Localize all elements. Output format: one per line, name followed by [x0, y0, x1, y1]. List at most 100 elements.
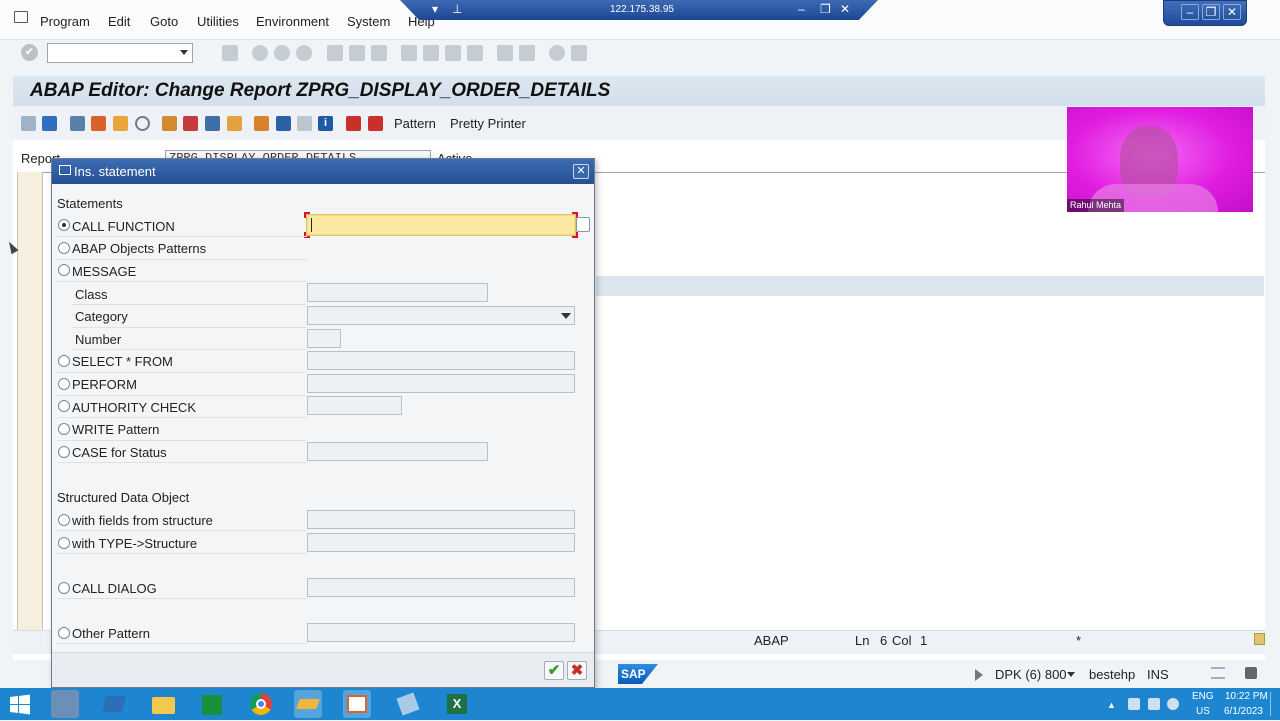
taskbar-powershell-icon[interactable]: [100, 690, 128, 718]
back-icon[interactable]: [252, 45, 268, 61]
session-breakpoint-icon[interactable]: [368, 116, 383, 131]
radio-authority-check[interactable]: [58, 400, 70, 412]
create-session-icon[interactable]: [497, 45, 513, 61]
shortcut-icon[interactable]: [519, 45, 535, 61]
authority-object-field[interactable]: [307, 396, 402, 415]
radio-with-type[interactable]: [58, 537, 70, 549]
exit-icon[interactable]: [274, 45, 290, 61]
taskbar-excel-icon[interactable]: X: [443, 690, 471, 718]
settings-sliders-icon[interactable]: [1211, 667, 1225, 679]
show-desktop-button[interactable]: [1270, 692, 1276, 716]
breakpoint-icon[interactable]: [346, 116, 361, 131]
taskbar-store-icon[interactable]: [198, 690, 226, 718]
info-icon[interactable]: i: [318, 116, 333, 131]
tray-device-icon[interactable]: [1128, 698, 1140, 710]
number-field[interactable]: [307, 329, 341, 348]
restore-icon[interactable]: ❐: [1202, 4, 1220, 20]
menu-program[interactable]: Program: [40, 14, 90, 29]
remote-minimize-icon[interactable]: –: [798, 2, 805, 16]
menu-environment[interactable]: Environment: [256, 14, 329, 29]
play-icon[interactable]: [975, 669, 983, 681]
command-field[interactable]: [47, 43, 193, 63]
menu-edit[interactable]: Edit: [108, 14, 130, 29]
menu-system[interactable]: System: [347, 14, 390, 29]
class-field[interactable]: [307, 283, 488, 302]
check-icon[interactable]: [135, 116, 150, 131]
cancel-icon[interactable]: [296, 45, 312, 61]
taskbar-sap-logon-icon[interactable]: [294, 690, 322, 718]
where-used-icon[interactable]: [205, 116, 220, 131]
taskbar-chrome-icon[interactable]: [247, 690, 275, 718]
call-dialog-input[interactable]: [307, 578, 575, 597]
test-icon[interactable]: [183, 116, 198, 131]
print-icon[interactable]: [327, 45, 343, 61]
cancel-button[interactable]: ✖: [567, 661, 587, 680]
type-structure-input[interactable]: [307, 533, 575, 552]
notes-icon[interactable]: [1254, 633, 1265, 645]
dialog-close-button[interactable]: ✕: [573, 164, 589, 179]
remote-pin-icon[interactable]: ▾: [432, 2, 438, 16]
tray-volume-icon[interactable]: [1167, 698, 1179, 710]
save-icon[interactable]: [222, 45, 238, 61]
radio-call-function[interactable]: [58, 219, 70, 231]
radio-select[interactable]: [58, 355, 70, 367]
continue-button[interactable]: ✔: [544, 661, 564, 680]
chevron-down-icon[interactable]: [1067, 672, 1075, 677]
first-page-icon[interactable]: [401, 45, 417, 61]
taskbar-notepad-icon[interactable]: [394, 690, 422, 718]
case-status-field[interactable]: [307, 442, 488, 461]
layout-icon[interactable]: [571, 45, 587, 61]
select-table-field[interactable]: [307, 351, 575, 370]
start-button[interactable]: [6, 690, 34, 718]
radio-other-pattern[interactable]: [58, 627, 70, 639]
last-page-icon[interactable]: [467, 45, 483, 61]
forward-arrow-icon[interactable]: [42, 116, 57, 131]
activate-icon[interactable]: [162, 116, 177, 131]
minimize-icon[interactable]: –: [1181, 4, 1199, 20]
chevron-down-icon[interactable]: [180, 50, 188, 55]
radio-with-fields[interactable]: [58, 514, 70, 526]
radio-perform[interactable]: [58, 378, 70, 390]
radio-abap-objects[interactable]: [58, 242, 70, 254]
radio-case-status[interactable]: [58, 446, 70, 458]
enter-icon[interactable]: ✔: [21, 44, 38, 61]
radio-write-pattern[interactable]: [58, 423, 70, 435]
active-inactive-icon[interactable]: [91, 116, 106, 131]
perform-field[interactable]: [307, 374, 575, 393]
tray-date[interactable]: 6/1/2023: [1224, 706, 1263, 717]
navigation-window-icon[interactable]: [254, 116, 269, 131]
display-change-icon[interactable]: [70, 116, 85, 131]
call-function-input[interactable]: [306, 214, 576, 236]
structure-fields-input[interactable]: [307, 510, 575, 529]
taskbar-explorer-icon[interactable]: [149, 690, 177, 718]
system-menu-icon[interactable]: [14, 11, 28, 23]
previous-page-icon[interactable]: [423, 45, 439, 61]
tray-overflow-icon[interactable]: ▲: [1107, 700, 1116, 710]
find-next-icon[interactable]: [371, 45, 387, 61]
chevron-down-icon[interactable]: [561, 313, 571, 319]
radio-call-dialog[interactable]: [58, 582, 70, 594]
next-page-icon[interactable]: [445, 45, 461, 61]
value-help-icon[interactable]: [576, 217, 590, 232]
pretty-printer-button[interactable]: Pretty Printer: [450, 116, 526, 131]
remote-restore-icon[interactable]: ❐: [820, 2, 831, 16]
taskbar-sap-gui-icon[interactable]: [343, 690, 371, 718]
inactive-blank-icon[interactable]: [297, 116, 312, 131]
system-info[interactable]: DPK (6) 800: [995, 667, 1067, 682]
object-list-icon[interactable]: [227, 116, 242, 131]
close-icon[interactable]: ✕: [1223, 4, 1241, 20]
pattern-button[interactable]: Pattern: [394, 116, 436, 131]
tray-language[interactable]: ENG: [1192, 691, 1214, 702]
remote-close-icon[interactable]: ✕: [840, 2, 850, 16]
radio-message[interactable]: [58, 264, 70, 276]
help-icon[interactable]: [549, 45, 565, 61]
find-icon[interactable]: [349, 45, 365, 61]
taskbar-network-icon[interactable]: [51, 690, 79, 718]
insert-mode[interactable]: INS: [1147, 667, 1169, 682]
menu-goto[interactable]: Goto: [150, 14, 178, 29]
tray-network-icon[interactable]: [1148, 698, 1160, 710]
hierarchy-icon[interactable]: [276, 116, 291, 131]
other-pattern-input[interactable]: [307, 623, 575, 642]
menu-utilities[interactable]: Utilities: [197, 14, 239, 29]
tray-time[interactable]: 10:22 PM: [1225, 691, 1268, 702]
